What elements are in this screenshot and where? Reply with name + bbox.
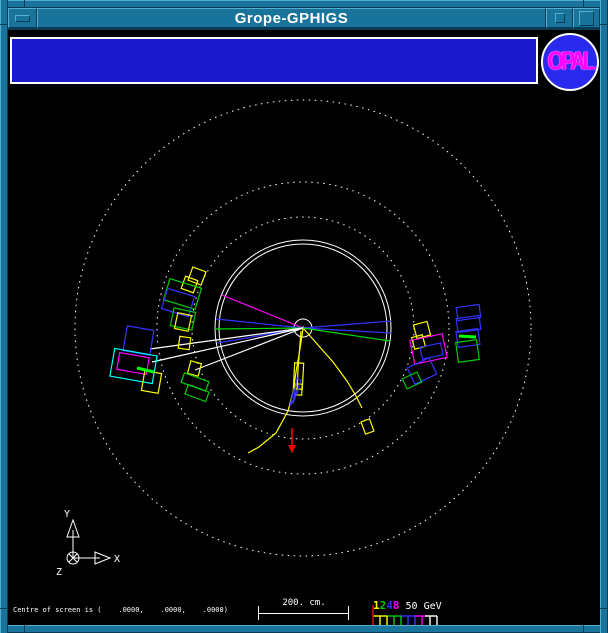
frame-notch (24, 0, 25, 8)
calorimeter-box (185, 385, 209, 402)
scale-bar-label: 200. cm. (258, 598, 350, 608)
calorimeter-box (456, 340, 480, 363)
particle-track (303, 321, 391, 328)
frame-notch (0, 608, 8, 609)
window-menu-button[interactable] (8, 8, 37, 28)
minimize-button[interactable] (546, 8, 573, 28)
y-axis-label: Y (64, 509, 70, 520)
scale-bar-tick (348, 606, 349, 620)
energy-bar (137, 368, 154, 372)
frame-notch (583, 625, 584, 633)
minimize-icon (555, 13, 565, 23)
centre-of-screen-status: Centre of screen is ( .0000, .0000, .000… (13, 606, 228, 614)
calorimeter-box (178, 336, 191, 349)
frame-resize-bottom[interactable] (0, 625, 608, 633)
calorimeter-box (402, 372, 421, 389)
grope-gphigs-window: Grope-GPHIGS Run:event 8208: 52554 Ctrk(… (0, 0, 608, 633)
particle-track (304, 329, 362, 408)
title-area[interactable]: Grope-GPHIGS (37, 8, 546, 28)
energy-bar (459, 336, 476, 337)
frame-notch (0, 24, 8, 25)
particle-track (222, 295, 303, 328)
calorimeter-box (361, 419, 374, 434)
maximize-icon (579, 11, 594, 26)
frame-notch (600, 608, 608, 609)
event-display-canvas[interactable]: Y X Z (8, 30, 600, 625)
calorimeter-box (420, 343, 443, 359)
calorimeter-box (407, 358, 436, 384)
maximize-button[interactable] (573, 8, 600, 28)
frame-resize-right[interactable] (600, 0, 608, 633)
particle-track (215, 328, 303, 329)
scale-bar-tick (258, 606, 259, 620)
scale-bar (258, 613, 349, 614)
particle-track (216, 319, 303, 328)
calorimeter-box (170, 308, 195, 330)
window-menu-icon (15, 15, 30, 22)
energy-scale-comb (371, 604, 441, 628)
frame-notch (583, 0, 584, 8)
frame-resize-top[interactable] (0, 0, 608, 8)
particle-track (150, 328, 303, 349)
frame-notch (24, 625, 25, 633)
x-axis-label: X (114, 554, 120, 565)
title-bar[interactable]: Grope-GPHIGS (8, 8, 600, 30)
axis-gnomon (67, 520, 110, 564)
frame-notch (600, 24, 608, 25)
z-axis-label: Z (56, 567, 62, 578)
frame-resize-left[interactable] (0, 0, 8, 633)
direction-arrow-head (288, 445, 296, 453)
window-title: Grope-GPHIGS (235, 10, 349, 27)
